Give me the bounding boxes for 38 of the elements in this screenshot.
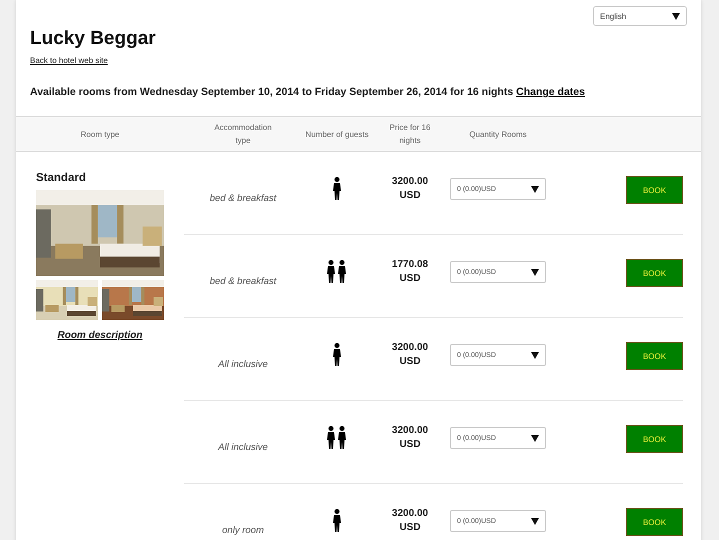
room-description-link[interactable]: Room description [36, 330, 164, 341]
caret-icon [531, 268, 539, 276]
two-people-icon [327, 260, 347, 282]
caret-icon [672, 12, 680, 20]
column-header: Number of guests [305, 128, 369, 140]
person-icon [333, 342, 341, 366]
price: 3200.00 USD [390, 341, 430, 369]
book-button[interactable]: BOOK [626, 425, 683, 453]
hotel-name: Lucky Beggar [30, 28, 157, 50]
price: 3200.00 USD [390, 507, 430, 535]
book-button[interactable]: BOOK [626, 342, 683, 370]
caret-icon [531, 434, 539, 442]
price: 3200.00 USD [390, 424, 430, 452]
caret-icon [531, 518, 539, 524]
caret-icon [531, 352, 539, 358]
column-header: Price for 16 nights [388, 122, 432, 147]
accommodation-type: bed & breakfast [208, 192, 278, 204]
column-header: Room type [80, 128, 120, 140]
accommodation-type: All inclusive [216, 442, 269, 452]
change-dates-link[interactable]: Change dates [516, 86, 585, 98]
column-header: Quantity Rooms [469, 128, 527, 140]
accommodation-type: All inclusive [216, 358, 269, 370]
book-button[interactable]: BOOK [626, 508, 683, 536]
language-select[interactable]: English [593, 6, 687, 26]
room-name: Standard [36, 172, 87, 184]
accommodation-type: bed & breakfast [208, 276, 278, 286]
price: 1770.08 USD [390, 258, 430, 286]
accommodation-type: only room [221, 524, 265, 536]
book-button[interactable]: BOOK [626, 259, 683, 287]
book-button[interactable]: BOOK [626, 176, 683, 204]
person-icon [333, 176, 341, 200]
person-icon [333, 508, 341, 532]
price: 3200.00 USD [390, 175, 430, 203]
caret-icon [531, 186, 539, 192]
column-header: Accommodation type [213, 122, 273, 147]
back-link[interactable]: Back to hotel web site [30, 56, 108, 65]
availability-text: Available rooms from Wednesday September 10, 2014 to Friday September 26, 2014 for 16 nights Change dates [30, 86, 586, 98]
two-people-icon [327, 426, 347, 448]
